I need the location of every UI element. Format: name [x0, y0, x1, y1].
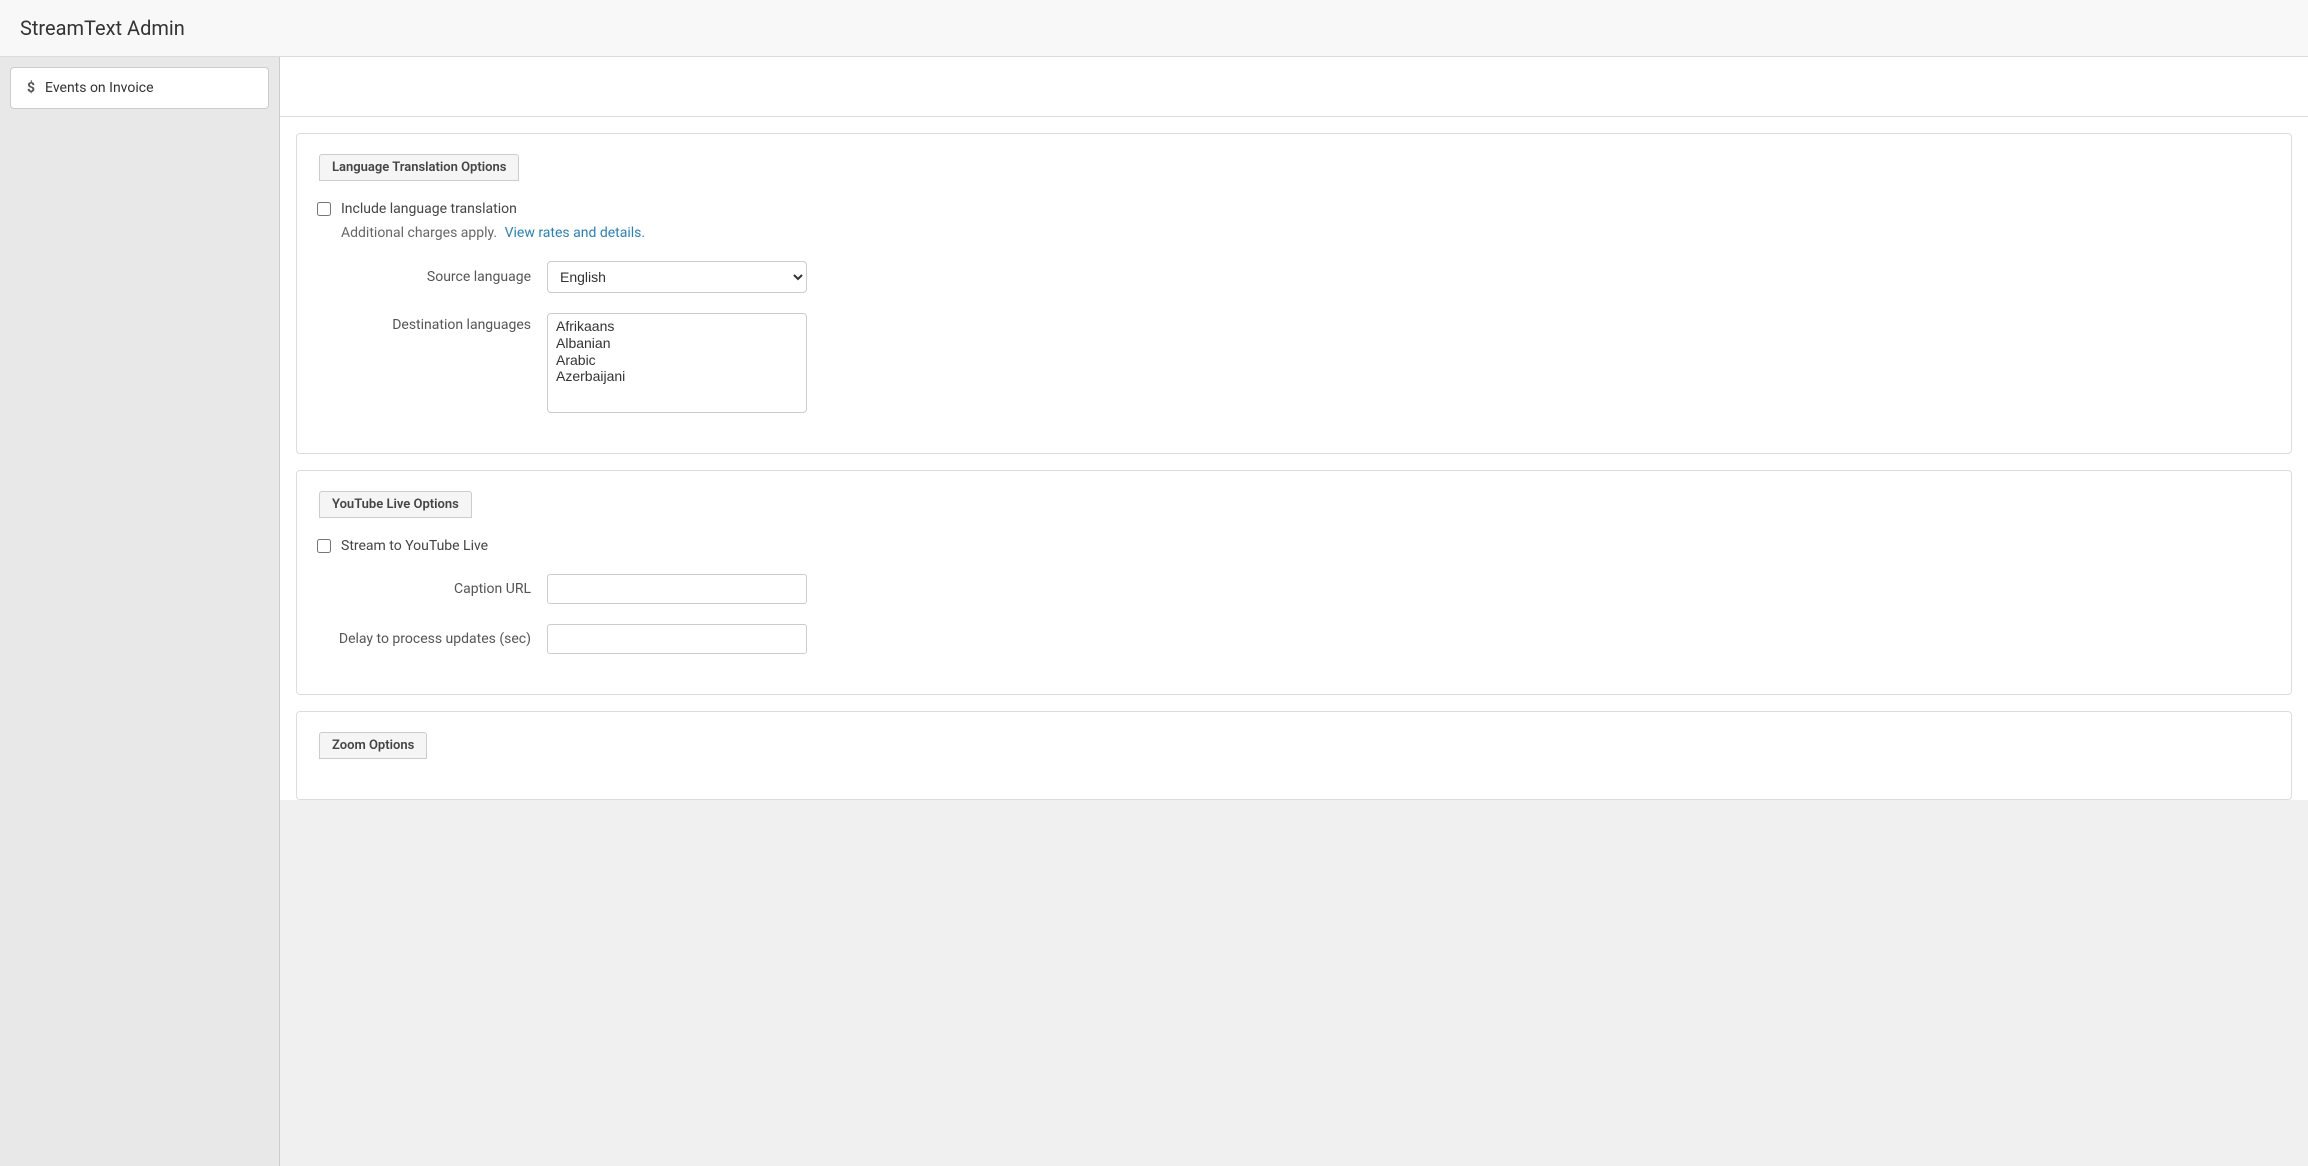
- delay-row: Delay to process updates (sec): [317, 624, 2271, 654]
- main-content: Language Translation Options Include lan…: [280, 57, 2308, 1166]
- top-bar: [280, 57, 2308, 117]
- delay-input[interactable]: [547, 624, 807, 654]
- language-translation-title: Language Translation Options: [319, 154, 519, 181]
- caption-url-row: Caption URL: [317, 574, 2271, 604]
- language-translation-section: Language Translation Options Include lan…: [296, 133, 2292, 454]
- caption-url-label: Caption URL: [317, 581, 547, 597]
- delay-label: Delay to process updates (sec): [317, 630, 547, 648]
- zoom-section: Zoom Options: [296, 711, 2292, 800]
- dest-option[interactable]: Arabic: [556, 352, 798, 369]
- dest-option[interactable]: Albanian: [556, 335, 798, 352]
- include-translation-checkbox[interactable]: [317, 202, 331, 216]
- destination-languages-select[interactable]: AfrikaansAlbanianArabicAzerbaijani: [547, 313, 807, 413]
- destination-languages-label: Destination languages: [317, 313, 547, 333]
- zoom-title: Zoom Options: [319, 732, 427, 759]
- dest-option[interactable]: Azerbaijani: [556, 368, 798, 385]
- destination-languages-row: Destination languages AfrikaansAlbanianA…: [317, 313, 2271, 413]
- include-translation-label: Include language translation: [341, 201, 517, 217]
- caption-url-input[interactable]: [547, 574, 807, 604]
- sidebar-item-events-on-invoice[interactable]: $ Events on Invoice: [10, 67, 269, 109]
- youtube-live-section: YouTube Live Options Stream to YouTube L…: [296, 470, 2292, 695]
- app-title: StreamText Admin: [0, 0, 2308, 57]
- youtube-live-title: YouTube Live Options: [319, 491, 472, 518]
- additional-charges-text: Additional charges apply.: [341, 225, 497, 241]
- dest-option[interactable]: Afrikaans: [556, 318, 798, 335]
- source-language-row: Source language English: [317, 261, 2271, 293]
- view-rates-link[interactable]: View rates and details.: [505, 225, 645, 241]
- stream-youtube-label: Stream to YouTube Live: [341, 538, 488, 554]
- dollar-icon: $: [27, 80, 35, 96]
- source-language-select[interactable]: English: [547, 261, 807, 293]
- app-title-bar: StreamText Admin: [0, 0, 2308, 57]
- include-translation-row: Include language translation: [317, 201, 2271, 217]
- sidebar-item-label: Events on Invoice: [45, 80, 153, 96]
- source-language-label: Source language: [317, 269, 547, 285]
- stream-youtube-checkbox[interactable]: [317, 539, 331, 553]
- additional-charges-row: Additional charges apply. View rates and…: [341, 225, 2271, 241]
- stream-youtube-row: Stream to YouTube Live: [317, 538, 2271, 554]
- sidebar: $ Events on Invoice: [0, 57, 280, 1166]
